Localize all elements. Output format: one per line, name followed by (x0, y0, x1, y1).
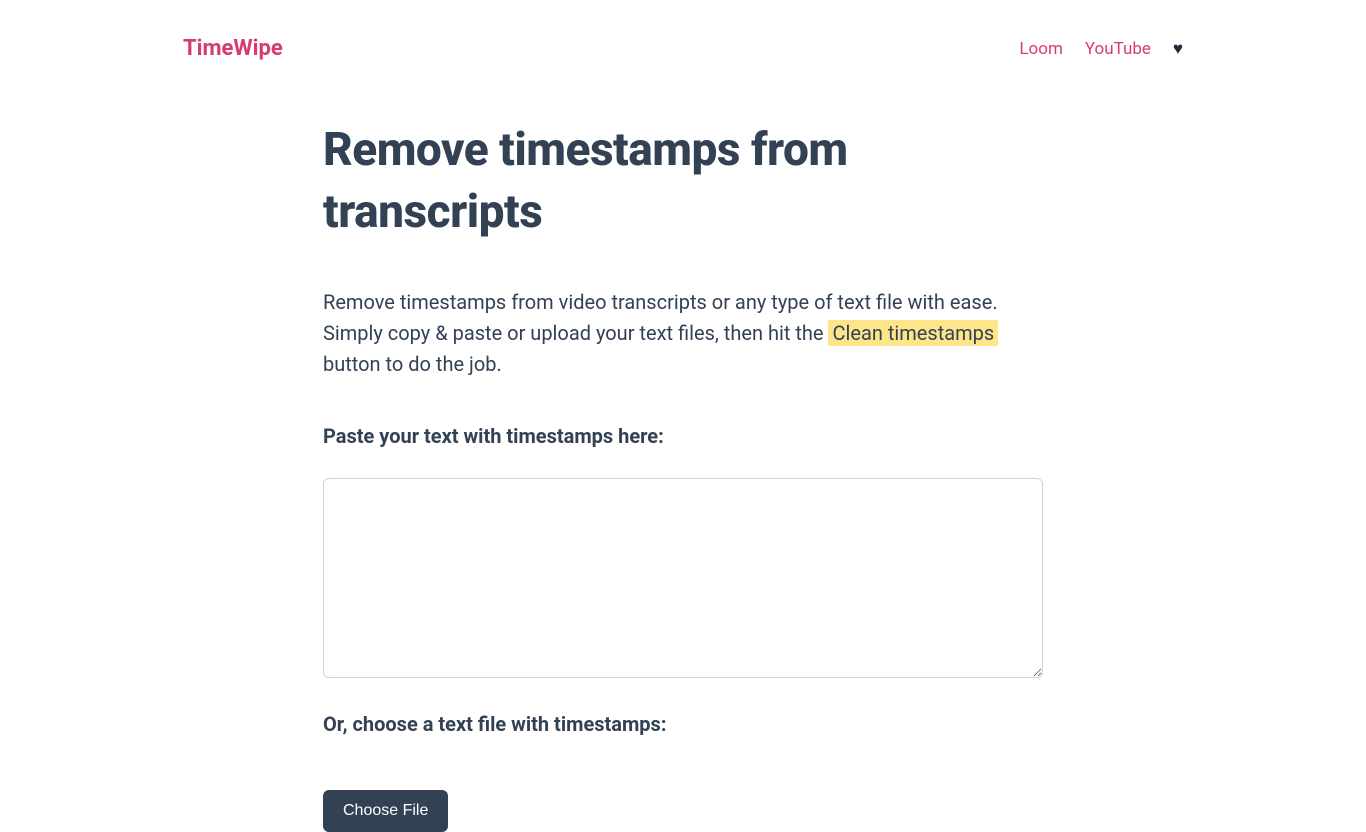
description: Remove timestamps from video transcripts… (323, 287, 1043, 380)
brand-logo[interactable]: TimeWipe (183, 36, 283, 61)
heart-icon[interactable]: ♥ (1173, 39, 1183, 59)
main-content: Remove timestamps from transcripts Remov… (323, 61, 1043, 832)
nav-link-youtube[interactable]: YouTube (1085, 39, 1151, 59)
paste-label: Paste your text with timestamps here: (323, 424, 1043, 448)
nav: Loom YouTube ♥ (1019, 39, 1183, 59)
transcript-textarea[interactable] (323, 478, 1043, 678)
description-text-post: button to do the job. (323, 352, 502, 376)
header: TimeWipe Loom YouTube ♥ (0, 0, 1366, 61)
nav-link-loom[interactable]: Loom (1019, 39, 1062, 59)
highlight-label: Clean timestamps (828, 320, 998, 346)
choose-file-button[interactable]: Choose File (323, 790, 448, 832)
page-title: Remove timestamps from transcripts (323, 119, 1043, 243)
file-label: Or, choose a text file with timestamps: (323, 712, 1043, 736)
